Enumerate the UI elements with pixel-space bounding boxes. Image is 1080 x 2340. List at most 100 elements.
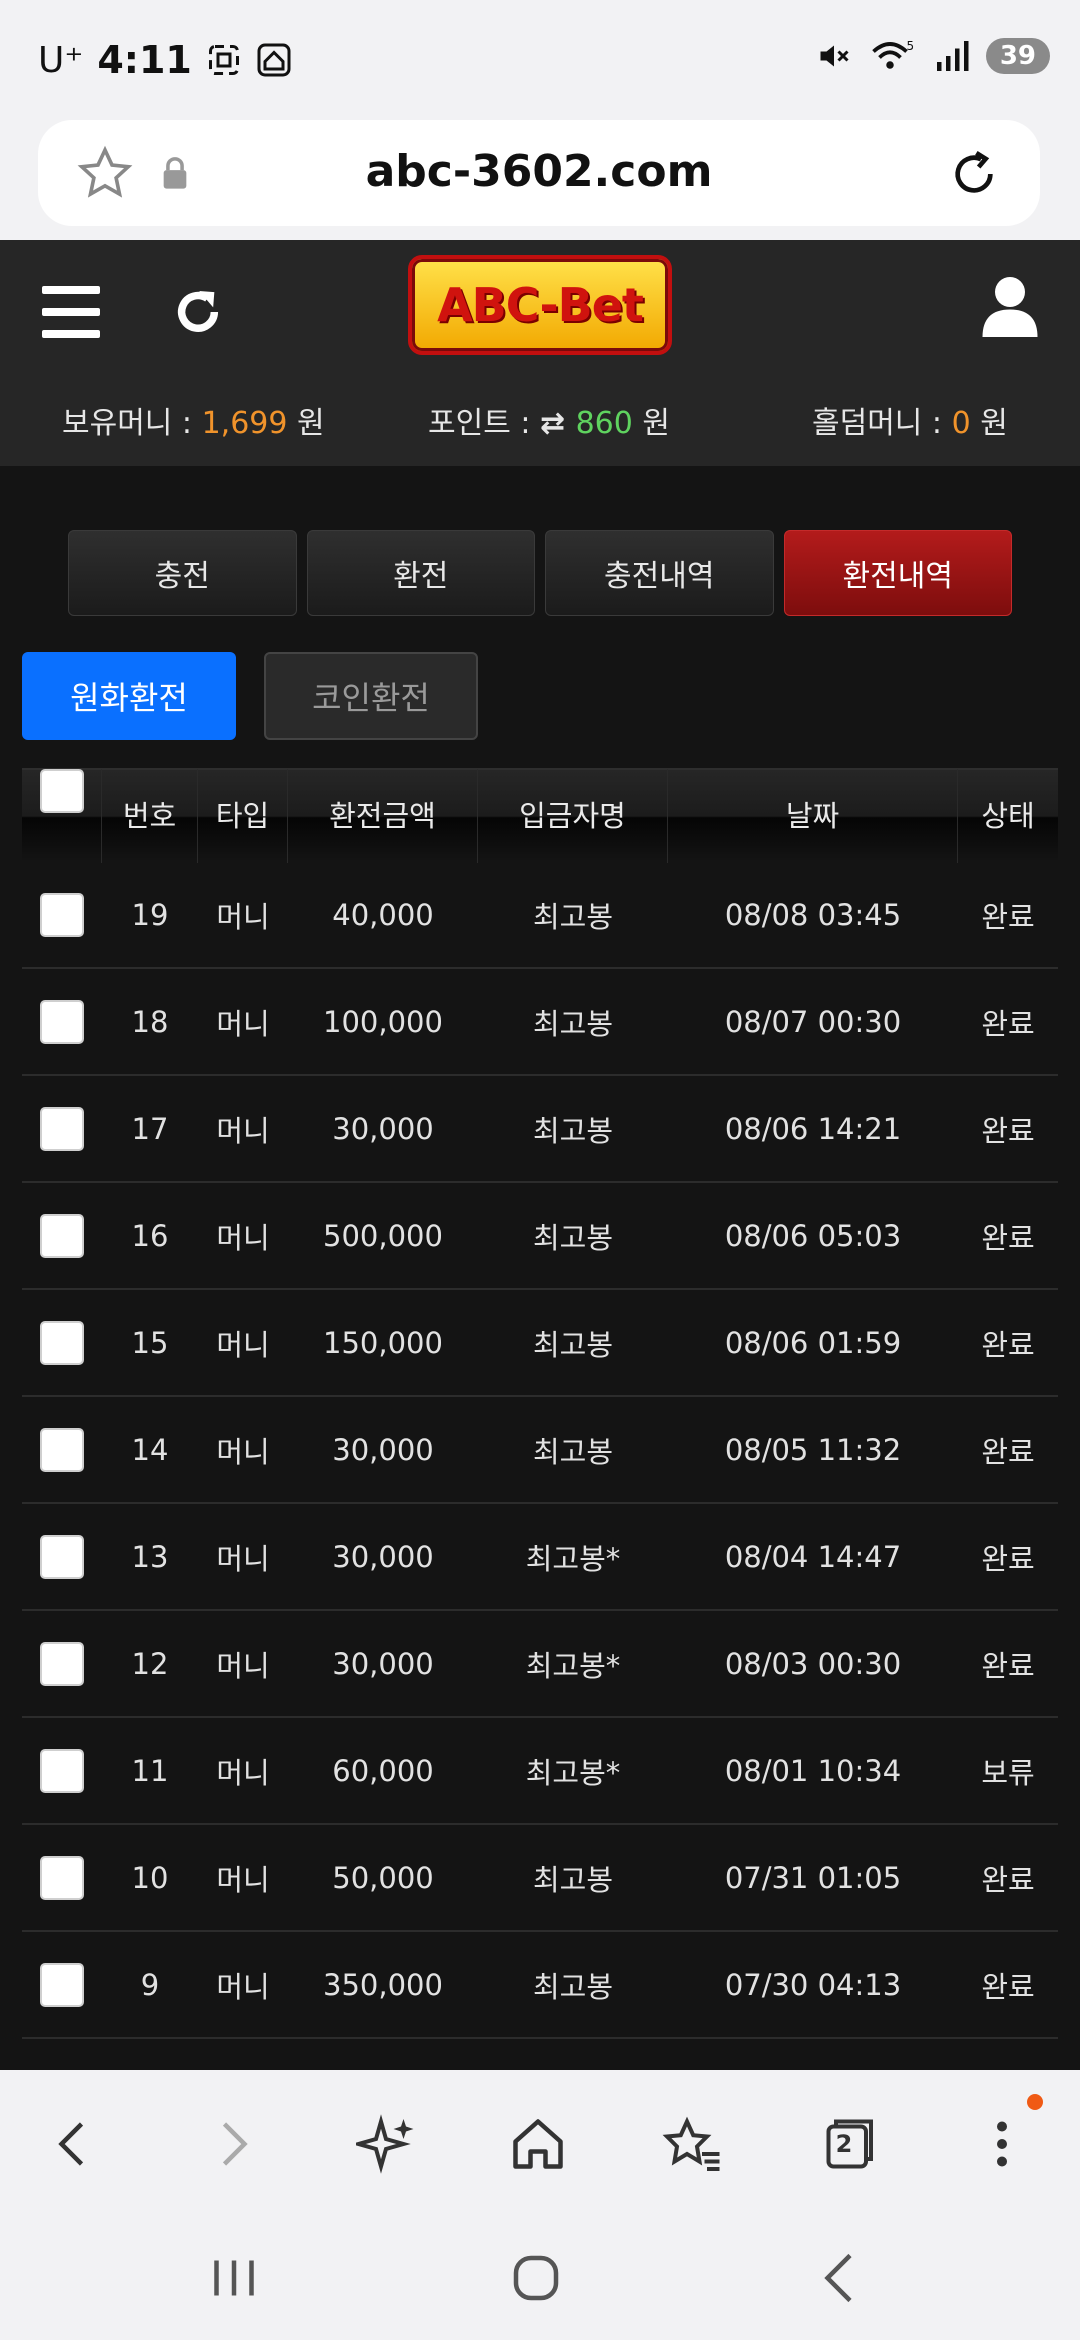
row-checkbox-cell — [22, 1748, 102, 1793]
recent-apps-icon[interactable] — [204, 2248, 264, 2308]
system-back-icon[interactable] — [810, 2248, 870, 2308]
balance-bar: 보유머니 : 1,699 원 포인트 : ⇄ 860 원 홀덤머니 : 0 원 — [0, 398, 1080, 458]
row-checkbox[interactable] — [40, 1855, 84, 1900]
row-type: 머니 — [216, 1434, 270, 1469]
table-row[interactable]: 12 머니 30,000 최고봉* 08/03 00:30 완료 — [22, 1611, 1058, 1718]
row-date: 07/31 01:05 — [724, 1860, 902, 1895]
more-options-icon[interactable] — [972, 2114, 1032, 2174]
table-row[interactable]: 18 머니 100,000 최고봉 08/07 00:30 완료 — [22, 969, 1058, 1076]
tabs-button[interactable]: 2 — [816, 2114, 876, 2174]
row-checkbox[interactable] — [40, 892, 84, 937]
row-type: 머니 — [216, 1862, 270, 1897]
row-depositor: 최고봉 — [532, 1006, 614, 1041]
row-checkbox-cell — [22, 1962, 102, 2007]
row-status: 완료 — [981, 1006, 1035, 1041]
row-status: 보류 — [981, 1755, 1035, 1790]
table-row[interactable]: 13 머니 30,000 최고봉* 08/04 14:47 완료 — [22, 1504, 1058, 1611]
table-row[interactable]: 15 머니 150,000 최고봉 08/06 01:59 완료 — [22, 1290, 1058, 1397]
row-checkbox[interactable] — [40, 1748, 84, 1793]
row-date: 08/06 05:03 — [724, 1218, 902, 1253]
row-checkbox[interactable] — [40, 1213, 84, 1258]
tab-deposit-history[interactable]: 충전내역 — [545, 530, 774, 616]
row-amount: 50,000 — [332, 1860, 434, 1895]
subtab-won-exchange[interactable]: 원화환전 — [22, 652, 236, 740]
back-icon[interactable] — [44, 2114, 104, 2174]
header-depositor: 입금자명 — [478, 769, 668, 863]
forward-icon[interactable] — [202, 2114, 262, 2174]
table-row[interactable]: 16 머니 500,000 최고봉 08/06 05:03 완료 — [22, 1183, 1058, 1290]
home-icon[interactable] — [508, 2114, 568, 2174]
row-checkbox[interactable] — [40, 1962, 84, 2007]
row-checkbox-cell — [22, 892, 102, 937]
point-convert-icon[interactable]: ⇄ — [540, 406, 576, 441]
row-number: 12 — [131, 1646, 169, 1681]
user-icon[interactable] — [980, 274, 1040, 340]
signal-icon — [936, 41, 969, 71]
row-status: 완료 — [981, 1541, 1035, 1576]
table-row[interactable]: 19 머니 40,000 최고봉 08/08 03:45 완료 — [22, 862, 1058, 969]
row-checkbox[interactable] — [40, 999, 84, 1044]
table-row[interactable]: 11 머니 60,000 최고봉* 08/01 10:34 보류 — [22, 1718, 1058, 1825]
main-content: 충전 환전 충전내역 환전내역 원화환전 코인환전 번호 타입 환전금액 입금자… — [0, 466, 1080, 2070]
table-row[interactable]: 10 머니 50,000 최고봉 07/31 01:05 완료 — [22, 1825, 1058, 1932]
holding-money: 보유머니 : 1,699 원 — [62, 398, 325, 442]
row-status: 완료 — [981, 1648, 1035, 1683]
sparkle-icon[interactable] — [356, 2114, 416, 2174]
url-text[interactable]: abc-3602.com — [38, 146, 1040, 197]
row-amount: 150,000 — [323, 1325, 443, 1360]
row-checkbox[interactable] — [40, 1427, 84, 1472]
row-checkbox-cell — [22, 1213, 102, 1258]
holdem-money: 홀덤머니 : 0 원 — [812, 398, 1008, 442]
select-all-checkbox[interactable] — [39, 769, 84, 813]
wifi-icon: 5 — [872, 39, 914, 69]
status-bar: U⁺ 4:11 5 39 — [0, 0, 1080, 118]
row-depositor: 최고봉* — [525, 1755, 621, 1790]
tab-bar: 충전 환전 충전내역 환전내역 — [68, 530, 1012, 616]
home-status-icon — [257, 43, 291, 77]
row-checkbox-cell — [22, 1534, 102, 1579]
subtab-coin-exchange[interactable]: 코인환전 — [264, 652, 478, 740]
address-bar[interactable]: abc-3602.com — [38, 120, 1040, 226]
row-number: 15 — [131, 1325, 169, 1360]
menu-icon[interactable] — [42, 286, 100, 338]
row-status: 완료 — [981, 1969, 1035, 2004]
table-row[interactable]: 17 머니 30,000 최고봉 08/06 14:21 완료 — [22, 1076, 1058, 1183]
holding-money-unit: 원 — [287, 406, 325, 441]
row-checkbox[interactable] — [40, 1534, 84, 1579]
site-logo[interactable]: ABC-Bet — [408, 255, 672, 355]
row-number: 16 — [131, 1218, 169, 1253]
bookmarks-icon[interactable] — [662, 2114, 722, 2174]
row-amount: 30,000 — [332, 1111, 434, 1146]
reload-icon[interactable] — [946, 146, 1002, 202]
table-row[interactable]: 9 머니 350,000 최고봉 07/30 04:13 완료 — [22, 1932, 1058, 2039]
row-type: 머니 — [216, 899, 270, 934]
clock: 4:11 — [97, 38, 192, 82]
row-amount: 350,000 — [323, 1967, 443, 2002]
tab-deposit[interactable]: 충전 — [68, 530, 297, 616]
holdem-money-label: 홀덤머니 : — [812, 406, 952, 441]
system-home-icon[interactable] — [506, 2248, 566, 2308]
holdem-money-unit: 원 — [970, 406, 1008, 441]
row-amount: 30,000 — [332, 1646, 434, 1681]
row-amount: 30,000 — [332, 1539, 434, 1574]
tab-withdraw[interactable]: 환전 — [306, 530, 535, 616]
refresh-icon[interactable] — [170, 284, 226, 340]
row-checkbox[interactable] — [40, 1106, 84, 1151]
row-type: 머니 — [216, 1220, 270, 1255]
row-type: 머니 — [216, 1113, 270, 1148]
site-header: ABC-Bet 보유머니 : 1,699 원 포인트 : ⇄ 860 원 홀덤머… — [0, 240, 1080, 466]
row-checkbox-cell — [22, 1427, 102, 1472]
holdem-money-value: 0 — [951, 406, 971, 441]
svg-text:5: 5 — [906, 39, 914, 53]
row-checkbox[interactable] — [40, 1641, 84, 1686]
row-date: 07/30 04:13 — [724, 1967, 902, 2002]
system-nav-bar — [0, 2218, 1080, 2340]
row-date: 08/06 14:21 — [724, 1111, 902, 1146]
row-checkbox[interactable] — [40, 1320, 84, 1365]
table-row[interactable]: 14 머니 30,000 최고봉 08/05 11:32 완료 — [22, 1397, 1058, 1504]
holding-money-value: 1,699 — [201, 406, 288, 441]
row-number: 17 — [131, 1111, 169, 1146]
row-amount: 100,000 — [323, 1004, 443, 1039]
row-status: 완료 — [981, 899, 1035, 934]
tab-withdraw-history[interactable]: 환전내역 — [783, 530, 1012, 616]
